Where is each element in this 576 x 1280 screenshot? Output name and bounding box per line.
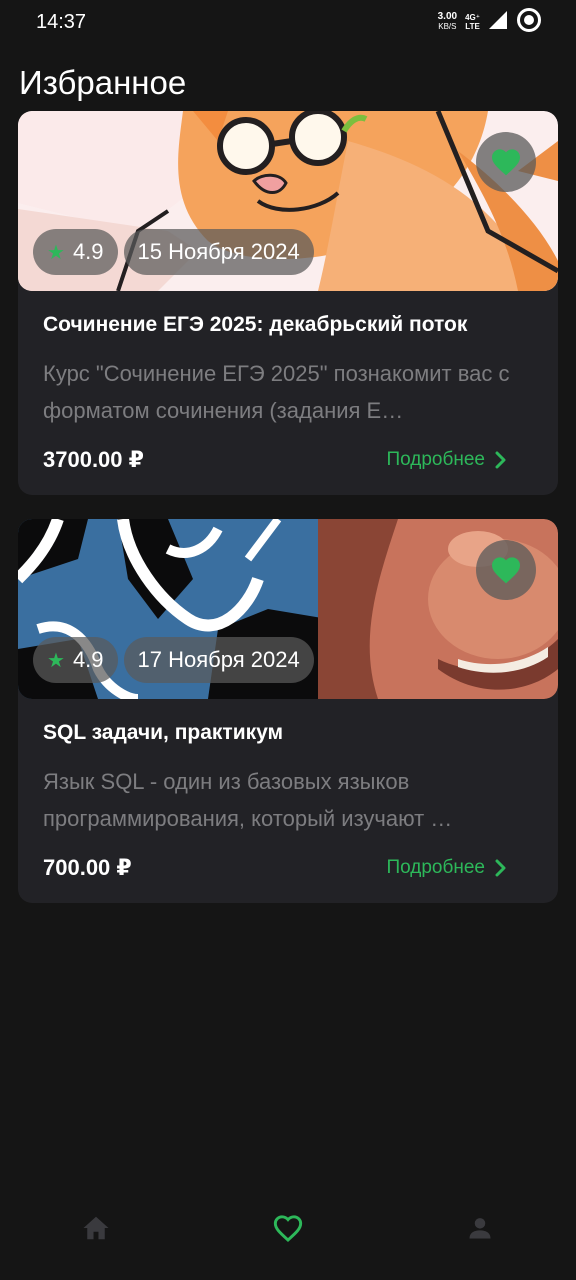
details-label: Подробнее [386,857,485,878]
page-title: Избранное [19,64,187,101]
chevron-right-icon [495,859,506,877]
rating-badge: ★ 4.9 [33,229,118,275]
date-badge: 15 Ноября 2024 [123,229,314,275]
person-icon [469,1218,491,1239]
details-link[interactable]: Подробнее [386,449,507,471]
signal-icon [488,10,508,35]
card-body: Сочинение ЕГЭ 2025: декабрьский поток Ку… [18,291,558,495]
course-card[interactable]: ★ 4.9 15 Ноября 2024 Сочинение ЕГЭ 2025:… [18,111,558,495]
heart-filled-icon [492,557,520,584]
favorite-button[interactable] [476,540,536,600]
network-speed-unit: KB/S [438,22,457,31]
rating-badge: ★ 4.9 [33,637,118,683]
rating-value: 4.9 [72,647,104,672]
chevron-right-icon [495,451,506,469]
heart-outline-icon [273,1215,303,1242]
course-cover-image: ★ 4.9 17 Ноября 2024 [18,519,558,699]
course-price: 700.00 ₽ [43,855,132,880]
course-badges: ★ 4.9 15 Ноября 2024 [33,229,314,275]
course-card[interactable]: ★ 4.9 17 Ноября 2024 SQL задачи, практик… [18,519,558,903]
network-speed: 3.00 KB/S [438,12,457,32]
status-indicators: 3.00 KB/S 4G⁺ LTE [438,7,542,38]
favorite-button[interactable] [476,132,536,192]
star-icon: ★ [47,241,65,264]
details-label: Подробнее [386,449,485,470]
network-type-top: 4G⁺ [465,13,480,22]
course-date: 17 Ноября 2024 [137,647,300,672]
home-icon [83,1216,109,1240]
details-link[interactable]: Подробнее [386,857,507,879]
card-footer: 3700.00 ₽ Подробнее [43,447,533,473]
nav-favorites[interactable] [258,1208,318,1248]
course-date: 15 Ноября 2024 [137,239,300,264]
record-icon [516,7,542,38]
rating-value: 4.9 [72,239,104,264]
network-type-bottom: LTE [465,22,480,31]
favorites-list: ★ 4.9 15 Ноября 2024 Сочинение ЕГЭ 2025:… [18,111,558,927]
network-speed-value: 3.00 [437,11,458,22]
bottom-navigation [0,1180,576,1280]
course-description: Курс "Сочинение ЕГЭ 2025" познакомит вас… [43,361,510,423]
course-title: SQL задачи, практикум [43,721,284,744]
date-badge: 17 Ноября 2024 [123,637,314,683]
course-title: Сочинение ЕГЭ 2025: декабрьский поток [43,313,468,336]
course-price: 3700.00 ₽ [43,447,144,472]
status-bar: 14:37 3.00 KB/S 4G⁺ LTE [0,0,576,44]
nav-home[interactable] [66,1208,126,1248]
card-footer: 700.00 ₽ Подробнее [43,855,533,881]
card-body: SQL задачи, практикум Язык SQL - один из… [18,699,558,903]
network-type: 4G⁺ LTE [465,13,480,31]
course-badges: ★ 4.9 17 Ноября 2024 [33,637,314,683]
course-cover-image: ★ 4.9 15 Ноября 2024 [18,111,558,291]
nav-profile[interactable] [450,1208,510,1248]
status-time: 14:37 [36,10,87,33]
course-description: Язык SQL - один из базовых языков програ… [43,769,453,831]
star-icon: ★ [47,649,65,672]
heart-filled-icon [492,149,520,176]
